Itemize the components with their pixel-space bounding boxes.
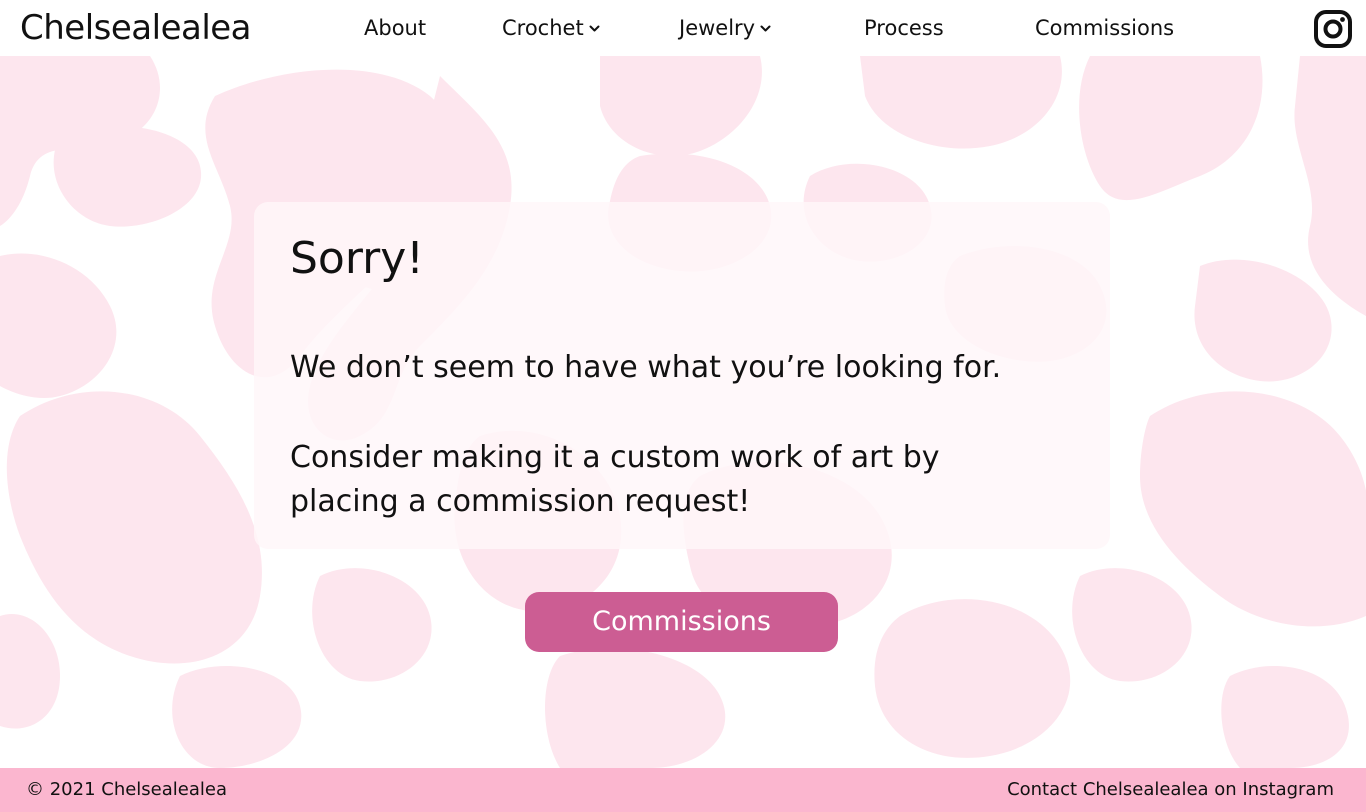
- commissions-button[interactable]: Commissions: [525, 592, 838, 652]
- page: Chelsealealea About Crochet Jewelry Proc…: [0, 0, 1366, 812]
- nav-commissions[interactable]: Commissions: [1035, 14, 1174, 42]
- chevron-down-icon: [760, 25, 771, 33]
- nav-commissions-label: Commissions: [1035, 16, 1175, 40]
- nav-process[interactable]: Process: [864, 14, 944, 42]
- not-found-message: We don’t seem to have what you’re lookin…: [290, 350, 1002, 385]
- chevron-down-icon: [589, 25, 600, 33]
- nav-process-label: Process: [864, 16, 944, 40]
- commission-suggestion: Consider making it a custom work of art …: [290, 440, 940, 519]
- page-title: Sorry!: [290, 233, 424, 284]
- copyright-text: © 2021 Chelsealealea: [26, 779, 227, 800]
- brand-logo-link[interactable]: Chelsealealea: [20, 8, 252, 48]
- not-found-card: Sorry! We don’t seem to have what you’re…: [254, 202, 1110, 549]
- nav-jewelry-dropdown[interactable]: Jewelry: [679, 14, 771, 42]
- site-footer: © 2021 Chelsealealea Contact Chelsealeal…: [0, 768, 1366, 812]
- instagram-contact-link[interactable]: Contact Chelsealealea on Instagram: [1007, 779, 1334, 801]
- instagram-icon: [1314, 10, 1352, 48]
- nav-crochet-label: Crochet: [502, 16, 584, 40]
- nav-about[interactable]: About: [364, 14, 426, 42]
- nav-about-label: About: [364, 16, 427, 40]
- nav-jewelry-label: Jewelry: [679, 16, 756, 40]
- instagram-link[interactable]: [1313, 9, 1353, 49]
- nav-crochet-dropdown[interactable]: Crochet: [502, 14, 600, 42]
- site-header: Chelsealealea About Crochet Jewelry Proc…: [0, 0, 1366, 56]
